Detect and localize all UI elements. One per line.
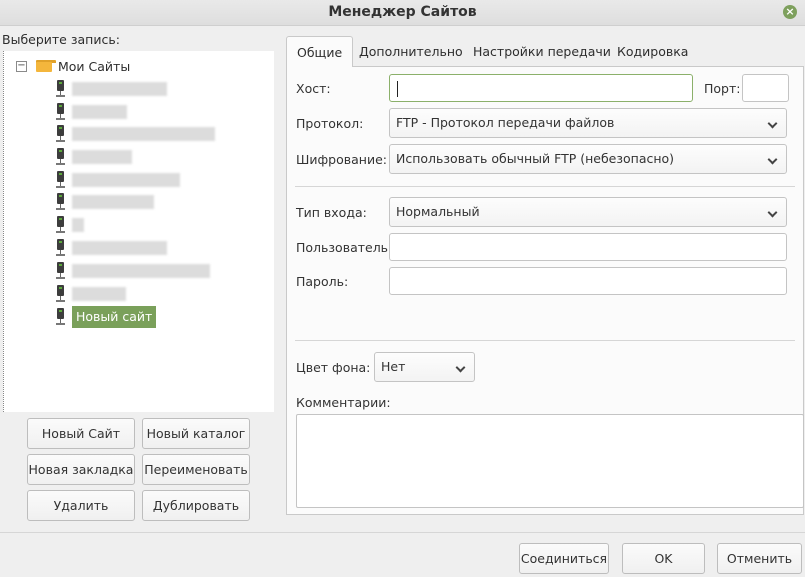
- password-label: Пароль:: [296, 274, 349, 289]
- collapse-icon[interactable]: −: [16, 60, 27, 72]
- host-label: Хост:: [296, 81, 331, 96]
- new-folder-button[interactable]: Новый каталог: [142, 418, 250, 449]
- separator: [295, 340, 795, 341]
- window-title: Менеджер Сайтов: [328, 4, 477, 20]
- comments-label: Комментарии:: [296, 395, 391, 410]
- delete-button[interactable]: Удалить: [27, 490, 135, 521]
- redacted-site-name: [72, 287, 126, 301]
- encryption-label: Шифрование:: [296, 152, 387, 167]
- chevron-down-icon: [767, 118, 778, 129]
- tab-transfer-settings[interactable]: Настройки передачи: [463, 36, 621, 67]
- server-icon: [56, 148, 65, 166]
- bgcolor-value: Нет: [381, 359, 406, 374]
- tree-item-site[interactable]: [56, 170, 180, 190]
- tree-item-site[interactable]: [56, 284, 126, 304]
- site-tree[interactable]: − Мои Сайты Новый сайт: [3, 51, 274, 412]
- tab-panel-general: Хост: Порт: Протокол: FTP - Протокол пер…: [286, 66, 804, 515]
- tree-item-site[interactable]: [56, 79, 167, 99]
- tree-root[interactable]: − Мои Сайты: [16, 57, 130, 75]
- new-bookmark-button[interactable]: Новая закладка: [27, 454, 135, 485]
- port-input[interactable]: [742, 74, 789, 102]
- bgcolor-select[interactable]: Нет: [374, 352, 475, 382]
- redacted-site-name: [72, 264, 210, 278]
- redacted-site-name: [72, 82, 167, 96]
- server-icon: [56, 308, 65, 326]
- server-icon: [56, 125, 65, 143]
- server-icon: [56, 216, 65, 234]
- protocol-label: Протокол:: [296, 116, 364, 131]
- tree-item-site[interactable]: [56, 102, 127, 122]
- redacted-site-name: [72, 195, 154, 209]
- chevron-down-icon: [455, 362, 466, 373]
- tree-item-site[interactable]: [56, 192, 154, 212]
- redacted-site-name: [72, 218, 84, 232]
- tab-general[interactable]: Общие: [286, 36, 354, 67]
- folder-icon: [36, 60, 56, 72]
- logon-type-select[interactable]: Нормальный: [389, 197, 787, 227]
- host-input[interactable]: [389, 74, 693, 102]
- server-icon: [56, 103, 65, 121]
- chevron-down-icon: [767, 154, 778, 165]
- bgcolor-label: Цвет фона:: [296, 360, 371, 375]
- rename-button[interactable]: Переименовать: [142, 454, 250, 485]
- duplicate-button[interactable]: Дублировать: [142, 490, 250, 521]
- redacted-site-name: [72, 173, 180, 187]
- selected-site-label: Новый сайт: [72, 306, 157, 328]
- server-icon: [56, 262, 65, 280]
- chevron-down-icon: [767, 207, 778, 218]
- user-input[interactable]: [389, 233, 787, 261]
- close-icon[interactable]: ×: [783, 5, 797, 19]
- encryption-value: Использовать обычный FTP (небезопасно): [396, 151, 675, 166]
- redacted-site-name: [72, 241, 167, 255]
- separator: [295, 186, 795, 187]
- port-label: Порт:: [704, 81, 741, 96]
- ok-button[interactable]: OK: [622, 543, 705, 574]
- encryption-select[interactable]: Использовать обычный FTP (небезопасно): [389, 144, 787, 174]
- tree-item-site[interactable]: [56, 124, 215, 144]
- redacted-site-name: [72, 150, 132, 164]
- cancel-button[interactable]: Отменить: [717, 543, 802, 574]
- tree-root-label: Мои Сайты: [58, 58, 131, 74]
- tree-item-site[interactable]: [56, 215, 84, 235]
- server-icon: [56, 193, 65, 211]
- select-entry-label: Выберите запись:: [2, 32, 120, 47]
- logon-type-label: Тип входа:: [296, 205, 367, 220]
- logon-type-value: Нормальный: [396, 204, 480, 219]
- tree-item-site[interactable]: [56, 147, 132, 167]
- tab-charset[interactable]: Кодировка: [607, 36, 698, 67]
- tree-item-site[interactable]: [56, 238, 167, 258]
- footer-separator: [0, 532, 805, 533]
- title-bar: Менеджер Сайтов ×: [0, 0, 805, 26]
- tree-item-site[interactable]: [56, 261, 210, 281]
- password-input[interactable]: [389, 267, 787, 295]
- protocol-value: FTP - Протокол передачи файлов: [396, 115, 615, 130]
- redacted-site-name: [72, 105, 127, 119]
- comments-textarea[interactable]: [296, 414, 804, 508]
- server-icon: [56, 80, 65, 98]
- tree-item-new-site[interactable]: Новый сайт: [56, 306, 157, 328]
- new-site-button[interactable]: Новый Сайт: [27, 418, 135, 449]
- protocol-select[interactable]: FTP - Протокол передачи файлов: [389, 108, 787, 138]
- connect-button[interactable]: Соединиться: [519, 543, 609, 574]
- server-icon: [56, 285, 65, 303]
- server-icon: [56, 239, 65, 257]
- redacted-site-name: [72, 127, 215, 141]
- server-icon: [56, 171, 65, 189]
- user-label: Пользователь:: [296, 240, 393, 255]
- tab-advanced[interactable]: Дополнительно: [349, 36, 473, 67]
- text-caret: [397, 81, 398, 97]
